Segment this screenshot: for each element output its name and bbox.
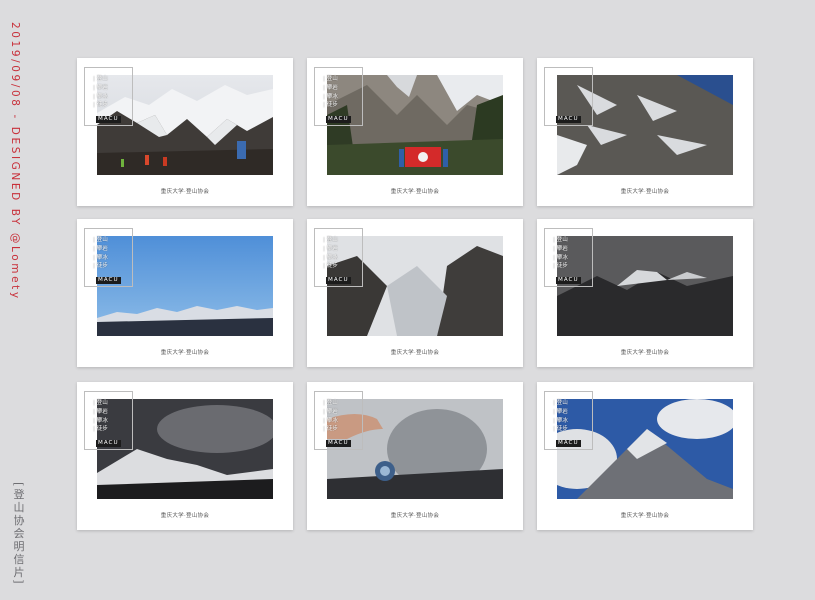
stamp-line: | 攀冰 (323, 254, 338, 261)
stamp-text: | 登山 | 攀岩 | 攀冰 | 徒步 (323, 236, 363, 271)
macu-badge: MACU (556, 440, 581, 447)
stamp-line: | 攀冰 (323, 417, 338, 424)
postcard-3[interactable]: MACU 重庆大学·登山协会 (537, 58, 753, 206)
stamp-text: | 登山 | 攀岩 | 攀冰 | 徒步 (553, 236, 593, 271)
stamp-line: | 攀岩 (323, 245, 338, 252)
stamp-line: | 攀冰 (93, 93, 108, 100)
stamp-line: | 攀冰 (323, 93, 338, 100)
stamp-line: | 徒步 (93, 426, 108, 433)
stamp-line: | 徒步 (323, 263, 338, 270)
stamp-line: | 攀岩 (553, 245, 568, 252)
stamp-line: | 徒步 (93, 263, 108, 270)
stamp-line: | 徒步 (553, 263, 568, 270)
stamp-line: | 攀冰 (93, 417, 108, 424)
stamp-line: | 攀岩 (93, 408, 108, 415)
stamp-text: | 登山 | 攀岩 | 攀冰 | 徒步 (323, 75, 363, 110)
card-caption: 重庆大学·登山协会 (390, 350, 440, 356)
postcard-title-text: [登山协会明信片] (12, 482, 25, 586)
date-designer-label: 2019/09/08 - DESIGNED BY @Lomety (4, 22, 26, 301)
card-caption: 重庆大学·登山协会 (620, 189, 670, 195)
stamp-line: | 登山 (323, 400, 338, 406)
card-caption: 重庆大学·登山协会 (620, 513, 670, 519)
stamp-line: | 登山 (553, 400, 568, 406)
stamp-line: | 登山 (93, 237, 108, 243)
stamp-text: | 登山 | 攀岩 | 攀冰 | 徒步 (93, 236, 133, 271)
macu-badge: MACU (326, 440, 351, 447)
postcard-title-label: [登山协会明信片] (10, 482, 34, 586)
stamp-line: | 攀岩 (553, 408, 568, 415)
card-caption: 重庆大学·登山协会 (390, 513, 440, 519)
postcard-4[interactable]: | 登山 | 攀岩 | 攀冰 | 徒步 MACU 重庆大学·登山协会 (77, 219, 293, 367)
stamp-line: | 登山 (93, 76, 108, 82)
postcard-2[interactable]: | 登山 | 攀岩 | 攀冰 | 徒步 MACU 重庆大学·登山协会 (307, 58, 523, 206)
stamp-line: | 攀岩 (323, 84, 338, 91)
stamp-text: | 登山 | 攀岩 | 攀冰 | 徒步 (553, 399, 593, 434)
stamp-line: | 徒步 (553, 426, 568, 433)
macu-badge: MACU (96, 116, 121, 123)
stamp-line: | 攀岩 (323, 408, 338, 415)
card-caption: 重庆大学·登山协会 (160, 350, 210, 356)
stamp-line: | 登山 (93, 400, 108, 406)
postcard-7[interactable]: | 登山 | 攀岩 | 攀冰 | 徒步 MACU 重庆大学·登山协会 (77, 382, 293, 530)
stamp-line: | 攀冰 (553, 417, 568, 424)
stamp-line: | 徒步 (93, 102, 108, 109)
date-designer-text: 2019/09/08 - DESIGNED BY @Lomety (9, 22, 21, 301)
stamp-line: | 登山 (553, 237, 568, 243)
stamp-line: | 攀冰 (553, 254, 568, 261)
postcard-8[interactable]: | 登山 | 攀岩 | 攀冰 | 徒步 MACU 重庆大学·登山协会 (307, 382, 523, 530)
stamp-text: | 登山 | 攀岩 | 攀冰 | 徒步 (323, 399, 363, 434)
stamp-line: | 徒步 (323, 426, 338, 433)
card-caption: 重庆大学·登山协会 (620, 350, 670, 356)
card-caption: 重庆大学·登山协会 (160, 189, 210, 195)
stamp-line: | 徒步 (323, 102, 338, 109)
stamp-line: | 攀岩 (93, 245, 108, 252)
macu-badge: MACU (556, 116, 581, 123)
stamp-text: | 登山 | 攀岩 | 攀冰 | 徒步 (93, 75, 133, 110)
card-caption: 重庆大学·登山协会 (390, 189, 440, 195)
macu-badge: MACU (326, 116, 351, 123)
stamp-line: | 攀岩 (93, 84, 108, 91)
macu-badge: MACU (96, 440, 121, 447)
macu-badge: MACU (556, 277, 581, 284)
card-caption: 重庆大学·登山协会 (160, 513, 210, 519)
stamp-text: | 登山 | 攀岩 | 攀冰 | 徒步 (93, 399, 133, 434)
macu-badge: MACU (326, 277, 351, 284)
macu-badge: MACU (96, 277, 121, 284)
postcard-1[interactable]: | 登山 | 攀岩 | 攀冰 | 徒步 MACU 重庆大学·登山协会 (77, 58, 293, 206)
postcard-5[interactable]: | 登山 | 攀岩 | 攀冰 | 徒步 MACU 重庆大学·登山协会 (307, 219, 523, 367)
stamp-line: | 攀冰 (93, 254, 108, 261)
postcard-6[interactable]: | 登山 | 攀岩 | 攀冰 | 徒步 MACU 重庆大学·登山协会 (537, 219, 753, 367)
postcard-9[interactable]: | 登山 | 攀岩 | 攀冰 | 徒步 MACU 重庆大学·登山协会 (537, 382, 753, 530)
stamp-line: | 登山 (323, 237, 338, 243)
stamp-line: | 登山 (323, 76, 338, 82)
